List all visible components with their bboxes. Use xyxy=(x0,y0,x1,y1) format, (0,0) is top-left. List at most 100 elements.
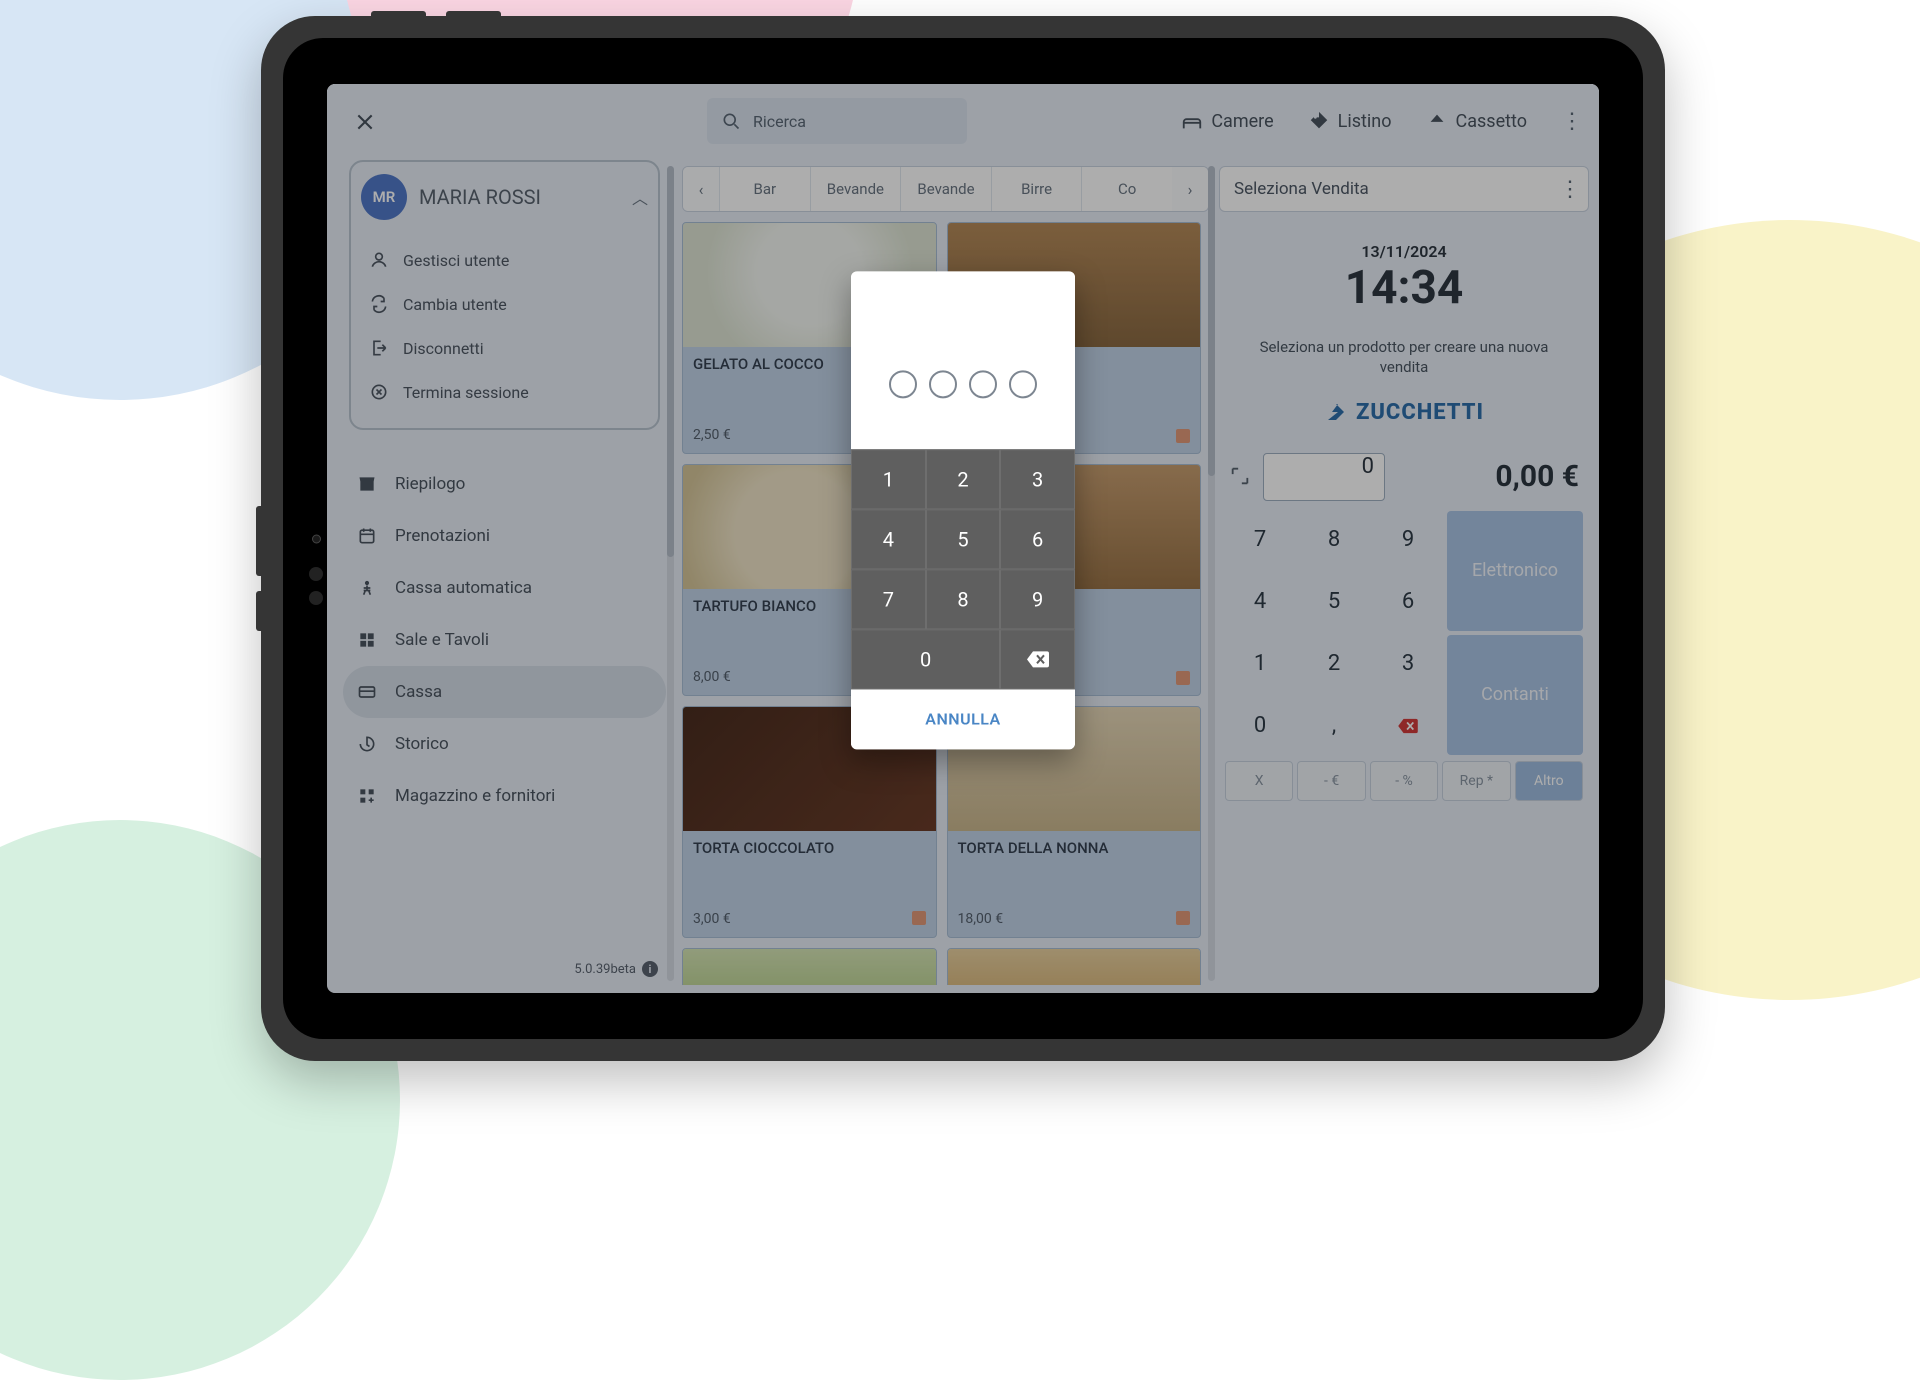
avatar: MR xyxy=(361,174,407,220)
user-card: MR MARIA ROSSI ︿ Gestisci utente Cambia … xyxy=(349,160,660,430)
category-tab[interactable]: Co xyxy=(1081,167,1172,211)
info-icon[interactable]: i xyxy=(642,961,658,977)
nav-autocash[interactable]: Cassa automatica xyxy=(343,562,666,614)
nav-list: Riepilogo Prenotazioni Cassa automatica … xyxy=(337,458,672,822)
pricelist-button[interactable]: Listino xyxy=(1308,110,1392,132)
pin-key-3[interactable]: 3 xyxy=(1000,449,1075,509)
app-screen: Ricerca Camere Listino Cas xyxy=(327,84,1599,993)
backspace-icon xyxy=(1397,718,1419,734)
btn-other[interactable]: Altro xyxy=(1515,761,1583,801)
sale-keypad: 7 8 9 Elettronico 4 5 6 1 2 3 Contanti 0… xyxy=(1219,511,1589,755)
close-drawer-button[interactable] xyxy=(355,112,375,132)
tablet-frame: Ricerca Camere Listino Cas xyxy=(261,16,1665,1061)
key-9[interactable]: 9 xyxy=(1373,511,1443,569)
pin-key-4[interactable]: 4 xyxy=(851,509,926,569)
nav-bookings[interactable]: Prenotazioni xyxy=(343,510,666,562)
logout-button[interactable]: Disconnetti xyxy=(361,326,648,370)
key-backspace[interactable] xyxy=(1373,697,1443,755)
user-name: MARIA ROSSI xyxy=(419,185,541,209)
version-label: 5.0.39betai xyxy=(574,961,658,977)
nav-history[interactable]: Storico xyxy=(343,718,666,770)
pin-key-7[interactable]: 7 xyxy=(851,569,926,629)
history-icon xyxy=(357,734,377,754)
chevron-up-icon[interactable]: ︿ xyxy=(632,185,648,209)
nav-inventory[interactable]: Magazzino e fornitori xyxy=(343,770,666,822)
key-comma[interactable]: , xyxy=(1299,697,1369,755)
key-2[interactable]: 2 xyxy=(1299,635,1369,693)
datetime: 13/11/2024 14:34 xyxy=(1219,242,1589,315)
key-1[interactable]: 1 xyxy=(1225,635,1295,693)
power-icon xyxy=(369,382,389,402)
pin-indicator xyxy=(851,271,1075,449)
key-0[interactable]: 0 xyxy=(1225,697,1295,755)
nav-summary[interactable]: Riepilogo xyxy=(343,458,666,510)
bed-icon xyxy=(1181,110,1203,132)
empty-sale-hint: Seleziona un prodotto per creare una nuo… xyxy=(1237,337,1571,378)
amount-total: 0,00 € xyxy=(1495,459,1579,494)
expand-icon[interactable] xyxy=(1229,465,1253,489)
pin-key-5[interactable]: 5 xyxy=(926,509,1001,569)
backspace-icon xyxy=(1026,650,1050,668)
key-6[interactable]: 6 xyxy=(1373,573,1443,631)
search-input[interactable]: Ricerca xyxy=(707,98,967,144)
category-next-button[interactable]: › xyxy=(1172,167,1208,211)
key-8[interactable]: 8 xyxy=(1299,511,1369,569)
store-icon xyxy=(357,474,377,494)
more-menu-button[interactable]: ⋮ xyxy=(1561,109,1585,134)
nav-rooms-tables[interactable]: Sale e Tavoli xyxy=(343,614,666,666)
btn-rep[interactable]: Rep * xyxy=(1442,761,1510,801)
end-session-button[interactable]: Termina sessione xyxy=(361,370,648,414)
pay-cash-button[interactable]: Contanti xyxy=(1447,635,1583,755)
pin-key-9[interactable]: 9 xyxy=(1000,569,1075,629)
product-card[interactable] xyxy=(947,948,1202,985)
pin-key-0[interactable]: 0 xyxy=(851,629,1000,689)
eject-icon xyxy=(1426,110,1448,132)
category-tab[interactable]: Bevande xyxy=(810,167,901,211)
key-3[interactable]: 3 xyxy=(1373,635,1443,693)
key-4[interactable]: 4 xyxy=(1225,573,1295,631)
search-placeholder: Ricerca xyxy=(753,112,806,131)
inventory-icon xyxy=(357,786,377,806)
person-icon xyxy=(357,578,377,598)
category-tab[interactable]: Birre xyxy=(991,167,1082,211)
pin-modal: 1 2 3 4 5 6 7 8 9 0 ANNULLA xyxy=(851,271,1075,749)
calendar-icon xyxy=(357,526,377,546)
key-7[interactable]: 7 xyxy=(1225,511,1295,569)
btn-discount-pct[interactable]: - % xyxy=(1370,761,1438,801)
close-icon xyxy=(355,112,375,132)
pin-key-1[interactable]: 1 xyxy=(851,449,926,509)
pin-key-8[interactable]: 8 xyxy=(926,569,1001,629)
cash-drawer-button[interactable]: Cassetto xyxy=(1426,110,1528,132)
swap-icon xyxy=(369,294,389,314)
tag-icon xyxy=(1308,110,1330,132)
pin-key-backspace[interactable] xyxy=(1000,629,1075,689)
grid-icon xyxy=(357,630,377,650)
amount-input[interactable]: 0 xyxy=(1263,453,1385,501)
card-icon xyxy=(357,682,377,702)
pin-keypad: 1 2 3 4 5 6 7 8 9 0 xyxy=(851,449,1075,689)
btn-x[interactable]: X xyxy=(1225,761,1293,801)
pin-cancel-button[interactable]: ANNULLA xyxy=(851,689,1075,749)
select-sale-button[interactable]: Seleziona Vendita xyxy=(1234,179,1369,199)
btn-discount-eur[interactable]: - € xyxy=(1297,761,1365,801)
pin-key-2[interactable]: 2 xyxy=(926,449,1001,509)
category-tab[interactable]: Bar xyxy=(719,167,810,211)
category-prev-button[interactable]: ‹ xyxy=(683,167,719,211)
brand-logo: ZUCCHETTI xyxy=(1219,400,1589,425)
category-tab[interactable]: Bevande xyxy=(900,167,991,211)
rooms-button[interactable]: Camere xyxy=(1181,110,1273,132)
category-tabs: ‹ Bar Bevande Bevande Birre Co › xyxy=(682,166,1209,212)
key-5[interactable]: 5 xyxy=(1299,573,1369,631)
manage-user-button[interactable]: Gestisci utente xyxy=(361,238,648,282)
switch-user-button[interactable]: Cambia utente xyxy=(361,282,648,326)
product-card[interactable] xyxy=(682,948,937,985)
logout-icon xyxy=(369,338,389,358)
sale-menu-button[interactable]: ⋮ xyxy=(1558,177,1582,202)
sale-panel: Seleziona Vendita ⋮ 13/11/2024 14:34 Sel… xyxy=(1219,166,1589,985)
user-icon xyxy=(369,250,389,270)
pin-key-6[interactable]: 6 xyxy=(1000,509,1075,569)
nav-register[interactable]: Cassa xyxy=(343,666,666,718)
pay-electronic-button[interactable]: Elettronico xyxy=(1447,511,1583,631)
search-icon xyxy=(721,111,741,131)
side-drawer: MR MARIA ROSSI ︿ Gestisci utente Cambia … xyxy=(337,94,672,985)
